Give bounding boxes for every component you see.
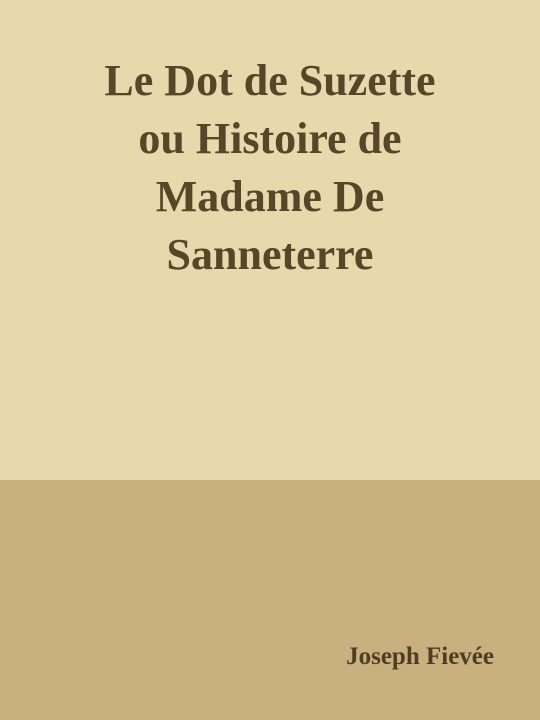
- cover-title-panel: Le Dot de Suzette ou Histoire de Madame …: [0, 0, 540, 480]
- cover-author-panel: [0, 480, 540, 720]
- book-title: Le Dot de Suzette ou Histoire de Madame …: [30, 52, 510, 284]
- book-cover: Le Dot de Suzette ou Histoire de Madame …: [0, 0, 540, 720]
- title-line: Le Dot de Suzette: [104, 56, 436, 105]
- title-line: Sanneterre: [166, 230, 374, 279]
- title-line: Madame De: [155, 172, 385, 221]
- book-author: Joseph Fievée: [346, 643, 494, 670]
- title-line: ou Histoire de: [138, 114, 402, 163]
